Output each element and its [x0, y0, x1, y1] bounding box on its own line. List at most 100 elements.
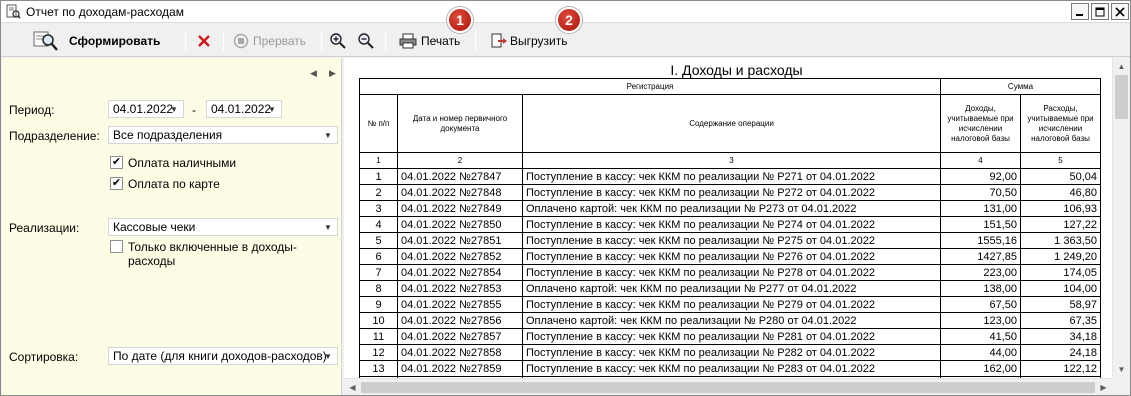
vertical-scroll-thumb[interactable] [1115, 75, 1128, 119]
row-number: 11 [359, 328, 398, 345]
chevron-down-icon[interactable]: ▼ [321, 349, 335, 363]
report-table: Регистрация Сумма № п/п Дата и номер пер… [359, 78, 1101, 378]
sort-label: Сортировка: [9, 350, 79, 364]
card-checkbox[interactable]: ✔ [110, 177, 123, 190]
horizontal-scroll-thumb[interactable] [361, 382, 1095, 393]
table-row: 10 04.01.2022 №27856 Оплачено картой: чек … [359, 312, 1101, 329]
vertical-scrollbar[interactable]: ▲ ▼ [1112, 58, 1129, 378]
row-number: 1 [359, 168, 398, 185]
table-row: 13 04.01.2022 №27859 Поступление в кассу: … [359, 360, 1101, 377]
row-expense: 46,80 [1020, 184, 1101, 201]
stop-icon [233, 33, 249, 49]
export-button[interactable]: Выгрузить [491, 28, 568, 54]
col-number: 4 [940, 152, 1021, 169]
row-expense: 67,35 [1020, 312, 1101, 329]
row-document: 04.01.2022 №27856 [397, 312, 523, 329]
row-income: 131,00 [940, 200, 1021, 217]
callout-badge-1: 1 [447, 7, 473, 33]
row-number: 3 [359, 200, 398, 217]
sort-select[interactable]: По дате (для книги доходов-расходов) ▼ [108, 347, 338, 365]
generate-button[interactable]: Сформировать [33, 28, 160, 54]
table-row: 5 04.01.2022 №27851 Поступление в кассу: ч… [359, 232, 1101, 249]
row-content: Поступление в кассу: чек ККМ по реализац… [522, 184, 941, 201]
expand-right-icon[interactable]: ▶ [329, 68, 336, 79]
header-content: Содержание операции [522, 94, 941, 153]
table-row: 11 04.01.2022 №27857 Поступление в кассу: … [359, 328, 1101, 345]
row-content: Поступление в кассу: чек ККМ по реализац… [522, 264, 941, 281]
period-separator: - [192, 103, 196, 117]
table-row: 2 04.01.2022 №27848 Поступление в кассу: ч… [359, 184, 1101, 201]
minimize-icon [1076, 13, 1083, 16]
row-content: Поступление в кассу: чек ККМ по реализац… [522, 248, 941, 265]
close-icon [1115, 6, 1125, 17]
division-select[interactable]: Все подразделения ▼ [108, 126, 338, 144]
chevron-down-icon[interactable]: ▼ [167, 102, 181, 116]
scroll-left-icon[interactable]: ◀ [344, 379, 361, 396]
callout-badge-2: 2 [556, 7, 582, 33]
row-content: Поступление в кассу: чек ККМ по реализац… [522, 168, 941, 185]
zoom-out-button[interactable] [357, 28, 375, 54]
row-document: 04.01.2022 №27848 [397, 184, 523, 201]
period-from-value: 04.01.2022 [113, 102, 174, 116]
scroll-up-icon[interactable]: ▲ [1113, 58, 1130, 75]
only-included-checkbox[interactable] [110, 240, 123, 253]
row-income: 223,00 [940, 264, 1021, 281]
row-number: 7 [359, 264, 398, 281]
chevron-down-icon[interactable]: ▼ [265, 102, 279, 116]
table-row: 3 04.01.2022 №27849 Оплачено картой: чек К… [359, 200, 1101, 217]
header-registration: Регистрация [359, 78, 941, 95]
chevron-down-icon[interactable]: ▼ [321, 220, 335, 234]
row-content: Поступление в кассу: чек ККМ по реализац… [522, 328, 941, 345]
table-row: 1 04.01.2022 №27847 Поступление в кассу: ч… [359, 168, 1101, 185]
zoom-in-button[interactable] [329, 28, 347, 54]
col-number: 5 [1020, 152, 1101, 169]
row-expense: 58,97 [1020, 296, 1101, 313]
close-window-button[interactable] [1111, 3, 1129, 20]
delete-button[interactable] [197, 28, 211, 54]
row-income: 1555,16 [940, 232, 1021, 249]
row-income: 151,50 [940, 216, 1021, 233]
col-number: 1 [359, 152, 398, 169]
row-content: Поступление в кассу: чек ККМ по реализац… [522, 360, 941, 377]
col-number: 2 [397, 152, 523, 169]
report-area: I. Доходы и расходы Регистрация Сумма № … [344, 58, 1112, 378]
table-row: 4 04.01.2022 №27850 Поступление в кассу: ч… [359, 216, 1101, 233]
sales-value: Кассовые чеки [113, 220, 196, 234]
card-checkbox-label: Оплата по карте [128, 177, 220, 191]
row-number: 2 [359, 184, 398, 201]
row-income: 138,00 [940, 280, 1021, 297]
row-number: 8 [359, 280, 398, 297]
row-expense: 127,22 [1020, 216, 1101, 233]
scroll-corner [1112, 378, 1129, 395]
minimize-button[interactable] [1071, 3, 1089, 20]
row-income: 123,00 [940, 312, 1021, 329]
period-to-field[interactable]: 04.01.2022 ▼ [206, 100, 282, 118]
period-from-field[interactable]: 04.01.2022 ▼ [108, 100, 184, 118]
row-income: 67,50 [940, 296, 1021, 313]
horizontal-scrollbar[interactable]: ◀ ▶ [344, 378, 1112, 395]
scroll-down-icon[interactable]: ▼ [1113, 361, 1130, 378]
abort-button[interactable]: Прервать [233, 28, 306, 54]
magnifier-icon [33, 31, 58, 51]
cash-checkbox[interactable]: ✔ [110, 156, 123, 169]
row-expense: 1 363,50 [1020, 232, 1101, 249]
collapse-left-icon[interactable]: ◀ [310, 68, 317, 79]
sales-select[interactable]: Кассовые чеки ▼ [108, 218, 338, 236]
generate-label: Сформировать [69, 34, 161, 48]
toolbar-separator [475, 31, 476, 51]
row-document: 04.01.2022 №27850 [397, 216, 523, 233]
maximize-button[interactable] [1091, 3, 1109, 20]
toolbar-separator [185, 31, 186, 51]
row-number: 4 [359, 216, 398, 233]
row-number: 6 [359, 248, 398, 265]
row-income: 70,50 [940, 184, 1021, 201]
toolbar-separator [385, 31, 386, 51]
print-button[interactable]: Печать [399, 28, 460, 54]
toolbar: Сформировать Прервать Печать Выгрузить 1… [1, 7, 1130, 57]
chevron-down-icon[interactable]: ▼ [321, 128, 335, 142]
scroll-right-icon[interactable]: ▶ [1095, 379, 1112, 396]
report-window: Отчет по доходам-расходам Сформировать П… [0, 0, 1131, 396]
row-content: Поступление в кассу: чек ККМ по реализац… [522, 344, 941, 361]
window-title: Отчет по доходам-расходам [26, 5, 184, 19]
row-income: 1427,85 [940, 248, 1021, 265]
